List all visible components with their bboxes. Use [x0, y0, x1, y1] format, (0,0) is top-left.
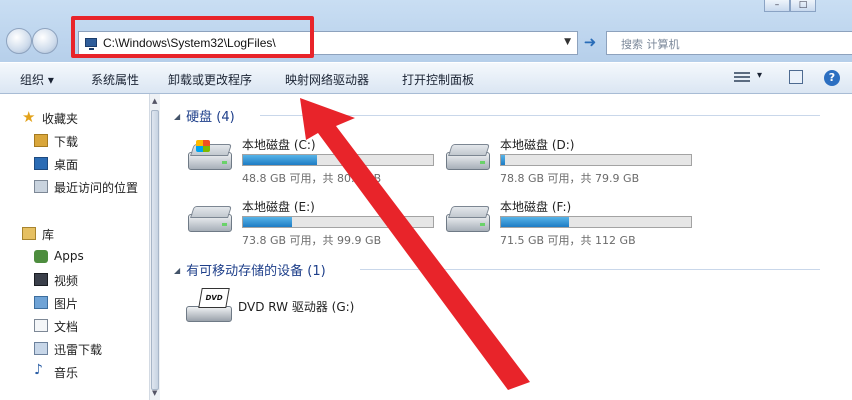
go-arrow-icon[interactable]: ➜ — [578, 31, 602, 55]
window-controls: – □ — [764, 0, 816, 14]
recent-places-icon — [34, 180, 48, 193]
scroll-up-icon[interactable]: ▲ — [152, 97, 157, 105]
minimize-button[interactable]: – — [764, 0, 790, 12]
hard-drive-icon — [444, 206, 492, 236]
library-icon — [22, 227, 36, 240]
search-input[interactable]: 搜索 计算机 — [606, 31, 852, 55]
star-icon: ★ — [22, 108, 36, 126]
view-dropdown-icon[interactable]: ▾ — [757, 70, 762, 81]
nav-favorites[interactable]: ★ 收藏夹 — [0, 108, 148, 128]
nav-apps[interactable]: Apps — [0, 247, 148, 267]
dvd-drive-g[interactable]: DVD DVD RW 驱动器 (G:) — [186, 284, 486, 328]
system-properties-button[interactable]: 系统属性 — [91, 71, 139, 88]
dvd-drive-icon: DVD — [186, 288, 232, 324]
nav-documents[interactable]: 文档 — [0, 316, 148, 336]
system-drive-icon — [186, 140, 234, 174]
back-button[interactable] — [6, 28, 32, 54]
uninstall-program-button[interactable]: 卸载或更改程序 — [168, 71, 252, 88]
drive-f[interactable]: 本地磁盘 (F:) 71.5 GB 可用，共 112 GB — [444, 196, 704, 248]
drive-usage-bar — [242, 216, 434, 228]
documents-icon — [34, 319, 48, 332]
group-divider — [260, 115, 820, 116]
nav-videos[interactable]: 视频 — [0, 270, 148, 290]
help-icon[interactable]: ? — [824, 70, 840, 86]
downloads-folder-icon — [34, 134, 48, 147]
drive-d[interactable]: 本地磁盘 (D:) 78.8 GB 可用，共 79.9 GB — [444, 134, 704, 186]
command-bar: 组织 ▾ 系统属性 卸载或更改程序 映射网络驱动器 打开控制面板 ▾ ? — [0, 62, 852, 94]
scroll-down-icon[interactable]: ▼ — [152, 389, 157, 397]
view-options-icon[interactable] — [734, 70, 750, 84]
search-placeholder: 搜索 计算机 — [621, 38, 680, 51]
removable-storage-group-header[interactable]: ◢ 有可移动存储的设备 (1) — [174, 260, 326, 279]
organize-button[interactable]: 组织 ▾ — [20, 71, 54, 88]
hard-drives-group-header[interactable]: ◢ 硬盘 (4) — [174, 106, 235, 125]
open-control-panel-button[interactable]: 打开控制面板 — [402, 71, 474, 88]
music-icon: ♪ — [34, 362, 43, 378]
pictures-icon — [34, 296, 48, 309]
drive-usage-bar — [242, 154, 434, 166]
nav-recent-places[interactable]: 最近访问的位置 — [0, 177, 148, 197]
scroll-thumb[interactable] — [151, 110, 159, 390]
collapse-icon[interactable]: ◢ — [174, 112, 180, 121]
forward-button[interactable] — [32, 28, 58, 54]
collapse-icon[interactable]: ◢ — [174, 266, 180, 275]
address-dropdown-icon[interactable]: ▼ — [564, 37, 571, 47]
nav-music[interactable]: ♪ 音乐 — [0, 362, 148, 382]
nav-downloads[interactable]: 下载 — [0, 131, 148, 151]
address-highlight-box — [71, 16, 314, 58]
nav-libraries[interactable]: 库 — [0, 224, 148, 244]
drive-usage-bar — [500, 216, 692, 228]
group-divider — [360, 269, 820, 270]
hard-drive-icon — [444, 144, 492, 174]
drive-e[interactable]: 本地磁盘 (E:) 73.8 GB 可用，共 99.9 GB — [186, 196, 446, 248]
desktop-icon — [34, 157, 48, 170]
preview-pane-icon[interactable] — [789, 70, 803, 84]
map-network-drive-button[interactable]: 映射网络驱动器 — [285, 71, 369, 88]
nav-thunder-downloads[interactable]: 迅雷下载 — [0, 339, 148, 359]
content-pane: ◢ 硬盘 (4) 本地磁盘 (C:) 48.8 GB 可用，共 80.0 GB 本… — [160, 94, 852, 400]
nav-scrollbar[interactable]: ▲ ▼ — [149, 94, 160, 400]
videos-icon — [34, 273, 48, 286]
apps-icon — [34, 250, 48, 263]
thunder-folder-icon — [34, 342, 48, 355]
drive-usage-bar — [500, 154, 692, 166]
nav-desktop[interactable]: 桌面 — [0, 154, 148, 174]
maximize-button[interactable]: □ — [790, 0, 816, 12]
navigation-pane: ★ 收藏夹 下载 桌面 最近访问的位置 库 Apps 视频 图片 文档 迅雷下载… — [0, 94, 148, 400]
hard-drive-icon — [186, 206, 234, 236]
drive-c[interactable]: 本地磁盘 (C:) 48.8 GB 可用，共 80.0 GB — [186, 134, 446, 186]
nav-pictures[interactable]: 图片 — [0, 293, 148, 313]
